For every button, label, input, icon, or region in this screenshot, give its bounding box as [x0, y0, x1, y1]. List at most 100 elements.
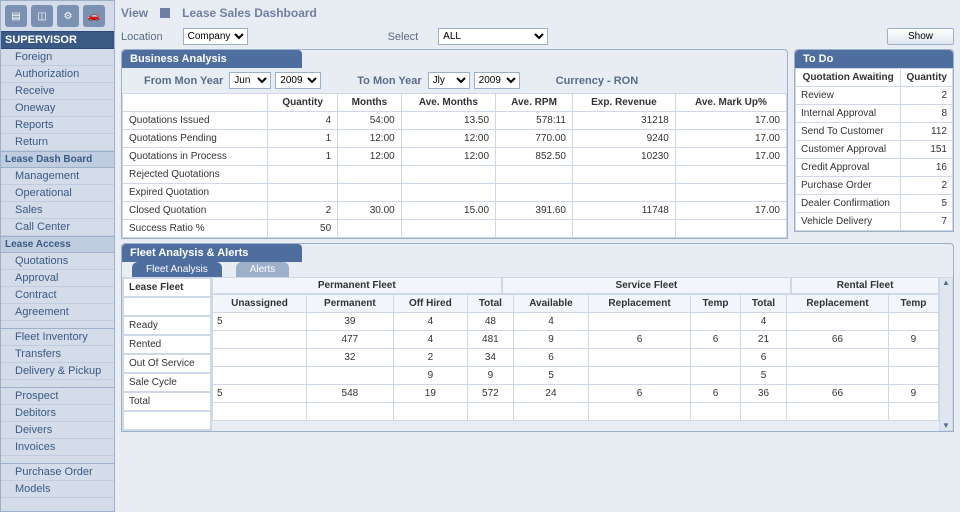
fleet-row-label: Sale Cycle: [123, 373, 211, 392]
nav-item-return[interactable]: Return: [1, 134, 114, 151]
scroll-down-icon[interactable]: ▼: [942, 421, 950, 430]
fleet-header: Fleet Analysis & Alerts: [122, 244, 302, 262]
fleet-row-label: Out Of Service: [123, 354, 211, 373]
to-month-select[interactable]: Jly: [428, 72, 470, 89]
fleet-row-label: Ready: [123, 316, 211, 335]
fleet-content: Lease Fleet ReadyRentedOut Of ServiceSal…: [122, 277, 953, 431]
nav-item-operational[interactable]: Operational: [1, 185, 114, 202]
to-label: To Mon Year: [357, 75, 421, 87]
fleet-panel: Fleet Analysis & Alerts Fleet Analysis A…: [121, 243, 954, 432]
nav-item-deivers[interactable]: Deivers: [1, 422, 114, 439]
table-row: Quotations Pending112:0012:00770.0092401…: [123, 130, 787, 148]
from-year-select[interactable]: 2009: [275, 72, 321, 89]
lease-fleet-label: Lease Fleet: [123, 278, 211, 297]
business-header: Business Analysis: [122, 50, 302, 68]
table-row: 477448196621669: [213, 331, 939, 349]
fleet-row-label: Total: [123, 392, 211, 411]
table-row: 995 5: [213, 367, 939, 385]
table-row: Rejected Quotations: [123, 166, 787, 184]
rental-fleet-header: Rental Fleet: [791, 277, 939, 294]
biz-col: Ave. Mark Up%: [675, 94, 786, 112]
sidebar: ▤ ◫ ⚙ 🚗 SUPERVISOR ForeignAuthorizationR…: [0, 0, 115, 512]
nav-item-transfers[interactable]: Transfers: [1, 346, 114, 363]
permanent-fleet-header: Permanent Fleet: [212, 277, 502, 294]
nav-item-agreement[interactable]: Agreement: [1, 304, 114, 321]
nav-item-management[interactable]: Management: [1, 168, 114, 185]
nav-item-sales[interactable]: Sales: [1, 202, 114, 219]
page-header: View Lease Sales Dashboard: [121, 4, 954, 24]
table-row: Success Ratio %50: [123, 220, 787, 238]
table-row[interactable]: Purchase Order2: [796, 177, 953, 195]
scrollbar[interactable]: ▲ ▼: [939, 277, 953, 431]
main-content: View Lease Sales Dashboard Location Comp…: [115, 0, 960, 512]
nav-item-debitors[interactable]: Debitors: [1, 405, 114, 422]
nav-item-call-center[interactable]: Call Center: [1, 219, 114, 236]
filter-row: Location Company Select ALL Show: [121, 28, 954, 45]
tab-fleet-analysis[interactable]: Fleet Analysis: [132, 262, 222, 277]
nav-item-fleet-inventory[interactable]: Fleet Inventory: [1, 329, 114, 346]
table-row: [213, 403, 939, 421]
to-year-select[interactable]: 2009: [474, 72, 520, 89]
nav-item-reports[interactable]: Reports: [1, 117, 114, 134]
table-row[interactable]: Internal Approval8: [796, 105, 953, 123]
fleet-group-header: Permanent Fleet Service Fleet Rental Fle…: [212, 277, 939, 294]
nav-item-oneway[interactable]: Oneway: [1, 100, 114, 117]
service-fleet-header: Service Fleet: [502, 277, 792, 294]
fleet-row-label: [123, 411, 211, 430]
nav-item-receive[interactable]: Receive: [1, 83, 114, 100]
table-row: Quotations Issued454:0013.50578:11312181…: [123, 112, 787, 130]
supervisor-header: SUPERVISOR: [1, 31, 114, 49]
table-row: 554819572246636669: [213, 385, 939, 403]
nav-item-foreign[interactable]: Foreign: [1, 49, 114, 66]
nav-item-purchase-order[interactable]: Purchase Order: [1, 464, 114, 481]
all-select[interactable]: ALL: [438, 28, 548, 45]
table-row: Expired Quotation: [123, 184, 787, 202]
chart-icon[interactable]: ◫: [31, 5, 53, 27]
biz-col: Exp. Revenue: [572, 94, 675, 112]
table-row[interactable]: Dealer Confirmation5: [796, 195, 953, 213]
from-label: From Mon Year: [144, 75, 223, 87]
settings-icon[interactable]: ⚙: [57, 5, 79, 27]
table-row: Closed Quotation230.0015.00391.601174817…: [123, 202, 787, 220]
biz-col: Months: [338, 94, 402, 112]
currency-label: Currency - RON: [556, 75, 639, 87]
from-month-select[interactable]: Jun: [229, 72, 271, 89]
view-label[interactable]: View: [121, 6, 148, 20]
business-filters: From Mon Year Jun 2009 To Mon Year Jly 2…: [122, 68, 787, 93]
table-row[interactable]: Review2: [796, 87, 953, 105]
todo-header: To Do: [795, 50, 953, 68]
show-button[interactable]: Show: [887, 28, 954, 45]
select-label: Select: [388, 31, 419, 43]
table-row[interactable]: Customer Approval151: [796, 141, 953, 159]
separator-icon: [160, 8, 170, 18]
nav-item-delivery-pickup[interactable]: Delivery & Pickup: [1, 363, 114, 380]
nav-item-quotations[interactable]: Quotations: [1, 253, 114, 270]
todo-table: Quotation AwaitingQuantityReview2Interna…: [795, 68, 953, 231]
scroll-up-icon[interactable]: ▲: [942, 278, 950, 287]
table-row[interactable]: Send To Customer112: [796, 123, 953, 141]
section-lease-access: Lease Access: [1, 236, 114, 253]
car-icon[interactable]: 🚗: [83, 5, 105, 27]
todo-panel: To Do Quotation AwaitingQuantityReview2I…: [794, 49, 954, 232]
business-table: QuantityMonthsAve. MonthsAve. RPMExp. Re…: [122, 93, 787, 238]
tab-alerts[interactable]: Alerts: [236, 262, 290, 277]
nav-item-invoices[interactable]: Invoices: [1, 439, 114, 456]
nav-item-lease-dash-board[interactable]: Lease Dash Board: [1, 151, 114, 168]
nav-item-authorization[interactable]: Authorization: [1, 66, 114, 83]
company-select[interactable]: Company: [183, 28, 248, 45]
business-panel: Business Analysis From Mon Year Jun 2009…: [121, 49, 788, 239]
page-title: Lease Sales Dashboard: [182, 6, 317, 20]
biz-col: Ave. Months: [401, 94, 495, 112]
table-row: 322346 6: [213, 349, 939, 367]
table-row[interactable]: Vehicle Delivery7: [796, 213, 953, 231]
fleet-row-label: Rented: [123, 335, 211, 354]
nav-item-prospect[interactable]: Prospect: [1, 388, 114, 405]
doc-icon[interactable]: ▤: [5, 5, 27, 27]
table-row[interactable]: Credit Approval16: [796, 159, 953, 177]
biz-col: Ave. RPM: [496, 94, 573, 112]
location-label: Location: [121, 31, 163, 43]
nav-item-models[interactable]: Models: [1, 481, 114, 498]
table-row: Quotations in Process112:0012:00852.5010…: [123, 148, 787, 166]
nav-item-contract[interactable]: Contract: [1, 287, 114, 304]
nav-item-approval[interactable]: Approval: [1, 270, 114, 287]
